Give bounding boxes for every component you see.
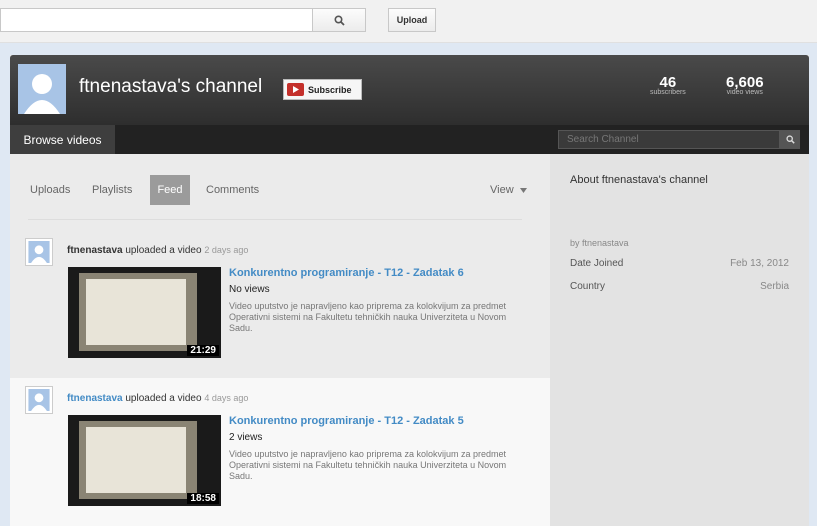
video-thumbnail[interactable]: 18:58 <box>68 415 221 506</box>
default-avatar-icon <box>24 74 60 114</box>
video-views: No views <box>229 284 270 295</box>
info-label: Date Joined <box>570 258 624 269</box>
user-avatar[interactable] <box>25 386 53 414</box>
view-menu[interactable]: View <box>490 175 527 205</box>
video-views: 2 views <box>229 432 263 443</box>
video-title-link[interactable]: Konkurentno programiranje - T12 - Zadata… <box>229 415 464 427</box>
subscribe-label: Subscribe <box>308 84 352 95</box>
activity-time: 4 days ago <box>204 393 249 403</box>
about-sidebar: About ftnenastava's channel by ftnenasta… <box>550 154 809 526</box>
subscribe-button[interactable]: Subscribe <box>283 79 362 100</box>
top-bar: Upload <box>0 0 817 43</box>
search-icon <box>785 135 795 144</box>
subscribers-stat: 46 subscribers <box>650 74 686 96</box>
info-label: Country <box>570 281 606 292</box>
user-avatar[interactable] <box>25 238 53 266</box>
username-link[interactable]: ftnenastava <box>67 245 123 256</box>
channel-nav: Browse videos Search Channel <box>10 125 809 154</box>
feed-item: ftnenastava uploaded a video 4 days ago … <box>10 378 550 526</box>
about-author: by ftnenastava <box>570 238 629 248</box>
view-label: View <box>490 184 514 196</box>
info-row-date-joined: Date Joined Feb 13, 2012 <box>570 258 789 269</box>
video-views-stat: 6,606 video views <box>726 74 764 96</box>
activity-text: uploaded a video <box>125 393 202 404</box>
channel-title: ftnenastava's channel <box>79 76 263 97</box>
video-title-link[interactable]: Konkurentno programiranje - T12 - Zadata… <box>229 267 464 279</box>
video-duration: 18:58 <box>187 493 219 504</box>
tab-feed[interactable]: Feed <box>150 175 190 205</box>
video-description: Video uputstvo je napravljeno kao pripre… <box>229 449 507 481</box>
channel-search-input[interactable]: Search Channel <box>558 130 780 149</box>
thumbnail-window <box>86 279 186 345</box>
main-content: Uploads Playlists Feed Comments View ftn… <box>10 154 550 526</box>
default-avatar-icon <box>28 241 50 263</box>
activity-line: ftnenastava uploaded a video 2 days ago <box>67 245 248 256</box>
search-input[interactable] <box>0 8 312 32</box>
default-avatar-icon <box>28 389 50 411</box>
about-title: About ftnenastava's channel <box>570 174 708 186</box>
video-duration: 21:29 <box>187 345 219 356</box>
youtube-play-icon <box>287 83 304 96</box>
tab-playlists[interactable]: Playlists <box>92 175 132 205</box>
channel-search-button[interactable] <box>780 130 800 149</box>
thumbnail-window <box>86 427 186 493</box>
info-value: Feb 13, 2012 <box>730 258 789 269</box>
browse-videos-tab[interactable]: Browse videos <box>10 125 115 154</box>
video-views-label: video views <box>726 89 763 96</box>
upload-button[interactable]: Upload <box>388 8 436 32</box>
video-description: Video uputstvo je napravljeno kao pripre… <box>229 301 507 333</box>
chevron-down-icon <box>519 187 527 193</box>
channel-header: ftnenastava's channel Subscribe 46 subsc… <box>10 55 809 125</box>
channel-avatar[interactable] <box>18 64 66 114</box>
divider <box>28 219 522 220</box>
search-icon <box>333 14 345 26</box>
subscribers-label: subscribers <box>650 89 686 96</box>
info-row-country: Country Serbia <box>570 281 789 292</box>
feed-item: ftnenastava uploaded a video 2 days ago … <box>10 228 550 378</box>
info-value: Serbia <box>760 281 789 292</box>
video-thumbnail[interactable]: 21:29 <box>68 267 221 358</box>
username-link[interactable]: ftnenastava <box>67 393 123 404</box>
activity-time: 2 days ago <box>204 245 249 255</box>
tab-uploads[interactable]: Uploads <box>30 175 70 205</box>
tab-comments[interactable]: Comments <box>206 175 259 205</box>
channel-page: ftnenastava's channel Subscribe 46 subsc… <box>10 55 809 526</box>
activity-text: uploaded a video <box>125 245 202 256</box>
search-button[interactable] <box>312 8 366 32</box>
activity-line: ftnenastava uploaded a video 4 days ago <box>67 393 248 404</box>
